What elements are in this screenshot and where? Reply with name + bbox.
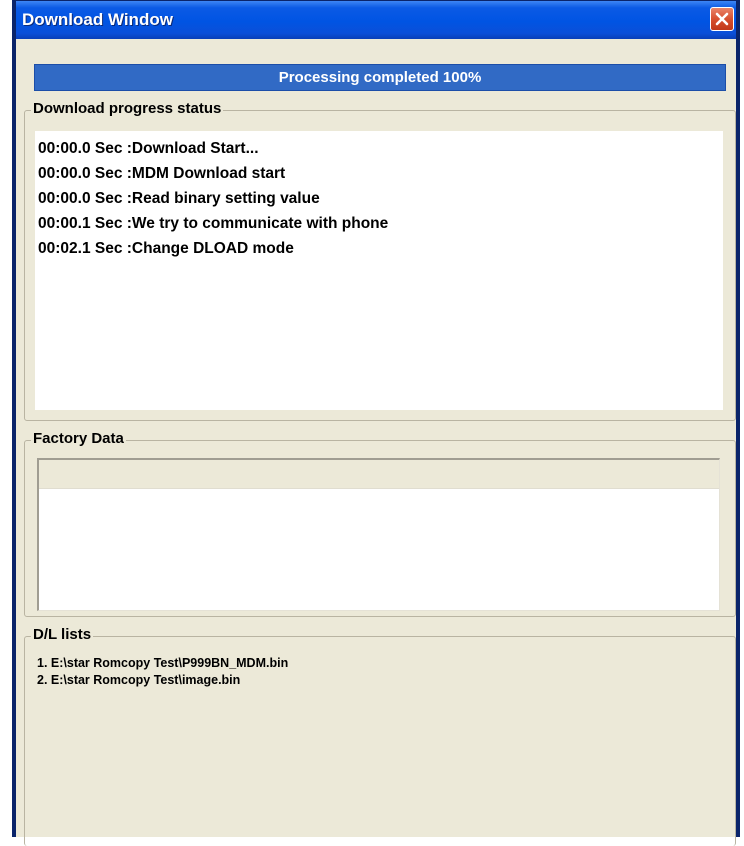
factory-data-list[interactable] [37,458,720,611]
dl-file-list: 1. E:\star Romcopy Test\P999BN_MDM.bin 2… [37,655,288,689]
status-log-list[interactable]: 00:00.0 Sec :Download Start... 00:00.0 S… [35,131,723,410]
dl-lists-legend: D/L lists [31,626,94,643]
log-line: 00:00.0 Sec :MDM Download start [38,165,286,182]
window-title: Download Window [22,10,173,29]
close-icon [715,12,729,26]
log-line: 00:00.0 Sec :Download Start... [38,140,259,157]
list-item: 1. E:\star Romcopy Test\P999BN_MDM.bin [37,656,289,670]
download-progress-status-legend: Download progress status [31,100,224,117]
title-bar[interactable]: Download Window [16,1,736,39]
factory-data-legend: Factory Data [31,430,126,447]
download-window: Download Window Processing completed 100… [12,0,740,846]
log-line: 00:00.0 Sec :Read binary setting value [38,190,320,207]
factory-data-group: Factory Data [24,430,736,617]
factory-data-header [39,460,719,489]
download-progress-status-group: Download progress status 00:00.0 Sec :Do… [24,100,736,421]
log-line: 00:00.1 Sec :We try to communicate with … [38,215,389,232]
list-item: 2. E:\star Romcopy Test\image.bin [37,673,241,687]
progress-bar: Processing completed 100% [34,64,726,91]
log-line: 00:02.1 Sec :Change DLOAD mode [38,240,294,257]
progress-text: Processing completed 100% [278,69,482,86]
close-button[interactable] [710,7,734,31]
dl-lists-group: D/L lists 1. E:\star Romcopy Test\P999BN… [24,626,736,846]
